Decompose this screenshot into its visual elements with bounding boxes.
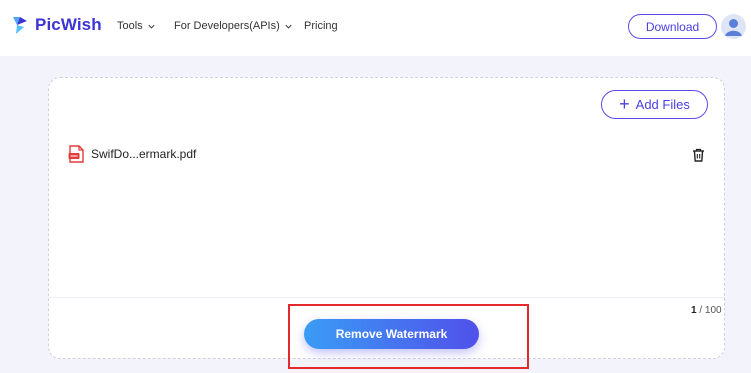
pdf-file-icon — [68, 145, 84, 163]
add-files-button[interactable]: + Add Files — [601, 90, 708, 119]
counter-max: 100 — [704, 305, 722, 316]
divider — [49, 297, 724, 298]
add-files-label: Add Files — [635, 97, 690, 112]
file-item: SwifDo...ermark.pdf — [68, 145, 196, 163]
counter-separator: / — [696, 305, 705, 316]
logo-text: PicWish — [35, 15, 102, 34]
picwish-logo-icon — [13, 17, 27, 34]
download-button[interactable]: Download — [628, 14, 717, 39]
picwish-logo[interactable]: PicWish — [11, 14, 102, 36]
highlight-box — [288, 304, 529, 369]
nav-item-tools[interactable]: Tools — [117, 0, 156, 52]
nav-item-developers[interactable]: For Developers(APIs) — [174, 0, 293, 52]
nav-label: Pricing — [304, 20, 338, 32]
chevron-down-icon — [148, 24, 155, 29]
nav-label: For Developers(APIs) — [174, 20, 280, 32]
chevron-down-icon — [285, 24, 292, 29]
plus-icon: + — [619, 93, 630, 114]
top-header: PicWish Tools For Developers(APIs) Prici… — [0, 0, 751, 56]
avatar-icon — [721, 14, 746, 39]
file-name: SwifDo...ermark.pdf — [91, 147, 197, 161]
avatar[interactable] — [721, 14, 746, 39]
nav-label: Tools — [117, 20, 143, 32]
trash-icon[interactable] — [692, 148, 705, 162]
nav-item-pricing[interactable]: Pricing — [304, 0, 338, 52]
file-counter: 1 / 100 — [691, 305, 722, 316]
